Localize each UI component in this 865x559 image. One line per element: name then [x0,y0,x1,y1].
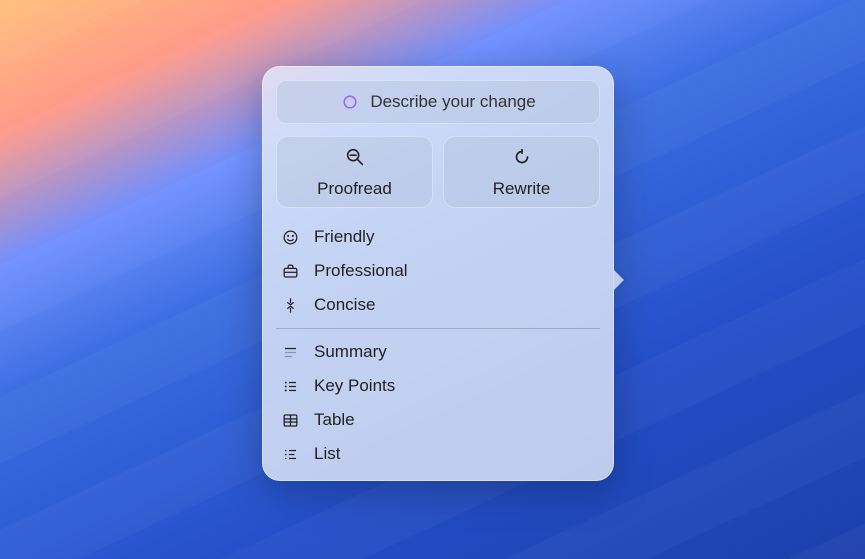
format-keypoints-label: Key Points [314,376,395,396]
format-table[interactable]: Table [276,403,600,437]
action-buttons-row: Proofread Rewrite [276,136,600,208]
bullets-icon [280,377,300,396]
numbered-list-icon [280,445,300,464]
tone-professional[interactable]: Professional [276,254,600,288]
tone-friendly[interactable]: Friendly [276,220,600,254]
tone-concise[interactable]: Concise [276,288,600,322]
describe-change-placeholder: Describe your change [370,92,535,112]
describe-change-input[interactable]: Describe your change [276,80,600,124]
writing-tools-panel: Describe your change Proofread Rewrite [262,66,614,481]
compress-icon [280,296,300,315]
rewrite-button[interactable]: Rewrite [443,136,600,208]
format-summary-label: Summary [314,342,387,362]
smile-icon [280,228,300,247]
proofread-icon [344,146,366,173]
format-list[interactable]: List [276,437,600,471]
tone-concise-label: Concise [314,295,375,315]
apple-intelligence-icon [340,92,360,112]
format-summary[interactable]: Summary [276,335,600,369]
briefcase-icon [280,262,300,281]
format-list-label: List [314,444,340,464]
proofread-label: Proofread [317,179,392,199]
table-icon [280,411,300,430]
tone-friendly-label: Friendly [314,227,374,247]
rewrite-label: Rewrite [493,179,551,199]
tone-professional-label: Professional [314,261,408,281]
section-divider [276,328,600,329]
rewrite-icon [511,146,533,173]
format-table-label: Table [314,410,355,430]
summary-icon [280,343,300,362]
tone-section: Friendly Professional Concise [276,220,600,322]
format-keypoints[interactable]: Key Points [276,369,600,403]
format-section: Summary Key Points Table List [276,335,600,471]
proofread-button[interactable]: Proofread [276,136,433,208]
